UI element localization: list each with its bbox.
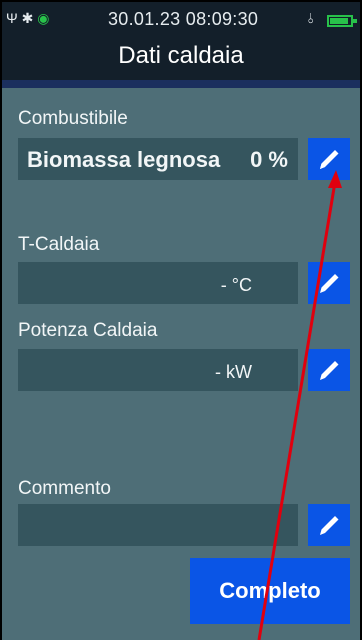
arrow-shaft <box>257 175 338 640</box>
annotation-arrow <box>257 170 342 640</box>
arrow-head <box>328 170 342 188</box>
